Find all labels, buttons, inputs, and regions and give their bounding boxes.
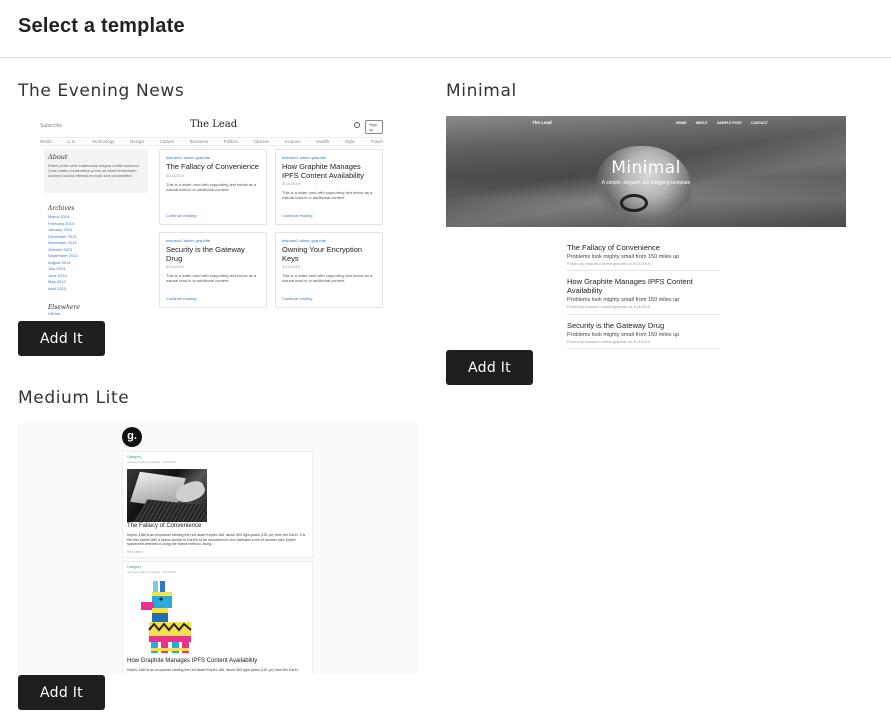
preview-post-excerpt: Kepler-186f is an exoplanet orbiting the…	[127, 668, 299, 672]
preview-hero-goggles	[620, 194, 648, 212]
preview-post-meta: Posted by testuser2.admin.graphite on 3/…	[567, 262, 650, 266]
preview-post-item: Security is the Gateway Drug Problems lo…	[567, 321, 720, 349]
preview-post-author: testuser2.admin.graphite	[166, 238, 211, 243]
page-title: Select a template	[18, 15, 185, 37]
add-evening-news-button[interactable]: Add It	[18, 321, 105, 356]
preview-post-card: testuser2.admin.graphite How Graphite Ma…	[275, 149, 383, 225]
preview-nav-item: World	[40, 139, 52, 144]
preview-elsewhere-heading: Elsewhere	[48, 304, 80, 311]
llama-pinata-icon	[141, 581, 192, 653]
preview-nav-item: Health	[316, 139, 330, 144]
preview-post-meta: testuser2.admin.graphite · 3/14/2019	[127, 460, 177, 464]
template-preview-evening-news[interactable]: Subscribe The Lead Sign up World U.S. Te…	[18, 115, 418, 323]
preview-post-card: testuser2.admin.graphite The Fallacy of …	[159, 149, 267, 225]
preview-nav-item: Science	[284, 139, 301, 144]
laptop-keyboard	[134, 499, 207, 522]
preview-blog-name: The Lead	[532, 120, 552, 125]
preview-nav-item: Style	[344, 139, 355, 144]
preview-hero-subtitle: A simple, elegant, fun blogging template	[601, 180, 691, 186]
preview-nav-item: HOME	[676, 121, 687, 125]
preview-post-title: How Graphite Manages IPFS Content Availa…	[567, 277, 693, 295]
preview-signup-button: Sign up	[365, 120, 383, 134]
preview-post-card: testuser2.admin.graphite Owning Your Enc…	[275, 232, 383, 308]
preview-nav-item: CONTACT	[751, 121, 768, 125]
preview-post-meta: Posted by testuser2.admin.graphite on 3/…	[567, 340, 650, 344]
preview-nav-item: Politics	[223, 139, 238, 144]
preview-post-category: Category	[127, 565, 142, 569]
template-preview-minimal[interactable]: The Lead HOME ABOUT SAMPLE POST CONTACT …	[446, 115, 846, 351]
preview-post-item: How Graphite Manages IPFS Content Availa…	[567, 277, 720, 315]
preview-hero: The Lead HOME ABOUT SAMPLE POST CONTACT …	[446, 116, 846, 227]
preview-subscribe-link: Subscribe	[40, 123, 63, 129]
preview-about-box: About Etiam porta sem malesuada magna mo…	[44, 149, 148, 193]
preview-post-title: How Graphite Manages IPFS Content Availa…	[282, 162, 364, 180]
preview-post-card: testuser2.admin.graphite Security is the…	[159, 232, 267, 308]
preview-post-excerpt: Kepler-186f is an exoplanet orbiting the…	[127, 533, 306, 547]
preview-post-meta: Posted by testuser2.admin.graphite on 3/…	[567, 305, 650, 309]
preview-about-heading: About	[48, 153, 68, 161]
preview-post-excerpt: This is a wider card with supporting tex…	[282, 273, 373, 283]
preview-post-continue-link: Continue reading	[282, 213, 313, 218]
preview-post-card: Category testuser2.admin.graphite · 3/14…	[122, 561, 313, 674]
template-title-medium-lite: Medium Lite	[18, 388, 130, 408]
preview-post-author: testuser2.admin.graphite	[166, 155, 211, 160]
preview-nav-item: Opinion	[253, 139, 270, 144]
preview-post-subtitle: Problems look mighty small from 150 mile…	[567, 332, 680, 338]
preview-nav-item: SAMPLE POST	[716, 121, 743, 125]
preview-post-meta: testuser2.admin.graphite · 3/14/2019	[127, 570, 177, 574]
preview-post-excerpt: This is a wider card with supporting tex…	[282, 190, 373, 200]
preview-post-title: The Fallacy of Convenience	[166, 162, 259, 171]
preview-post-continue-link: Continue reading	[166, 296, 197, 301]
preview-post-card: Category testuser2.admin.graphite · 3/14…	[122, 451, 313, 558]
preview-elsewhere-link: GitHub	[48, 311, 61, 316]
preview-post-title: The Fallacy of Convenience	[567, 243, 660, 252]
preview-nav-item: Design	[130, 139, 145, 144]
preview-post-excerpt: This is a wider card with supporting tex…	[166, 273, 257, 283]
graphite-logo-icon: g.	[122, 427, 142, 447]
preview-post-category: Category	[127, 455, 142, 459]
template-preview-medium-lite[interactable]: g. Category testuser2.admin.graphite · 3…	[18, 423, 418, 674]
preview-post-item: The Fallacy of Convenience Problems look…	[567, 243, 720, 271]
preview-site-title: The Lead	[190, 119, 238, 130]
preview-nav-item: Culture	[159, 139, 175, 144]
preview-topbar: Subscribe The Lead Sign up	[40, 119, 383, 135]
preview-post-title: The Fallacy of Convenience	[127, 523, 202, 529]
preview-nav-item: Technology	[91, 139, 115, 144]
preview-post-author: testuser2.admin.graphite	[282, 238, 327, 243]
preview-hero-title: Minimal	[611, 158, 681, 178]
preview-archives-heading: Archives	[48, 205, 75, 212]
preview-archive-link: April 2013	[48, 285, 67, 291]
preview-about-text: Etiam porta sem malesuada magna mollis e…	[48, 163, 140, 178]
preview-post-continue-link: Continue reading	[282, 296, 313, 301]
search-icon	[354, 122, 360, 128]
page-header: Select a template	[0, 0, 891, 58]
template-title-evening-news: The Evening News	[18, 81, 185, 101]
preview-post-author: testuser2.admin.graphite	[282, 155, 327, 160]
preview-nav: World U.S. Technology Design Culture Bus…	[40, 137, 383, 146]
preview-post-read-more: Read More	[127, 550, 144, 554]
preview-nav-item: ABOUT	[695, 121, 708, 125]
preview-post-excerpt: This is a wider card with supporting tex…	[166, 181, 257, 192]
preview-post-title: How Graphite Manages IPFS Content Availa…	[127, 658, 258, 664]
template-title-minimal: Minimal	[446, 81, 517, 101]
preview-laptop-image	[127, 469, 207, 522]
preview-post-subtitle: Problems look mighty small from 150 mile…	[567, 254, 680, 260]
preview-nav-item: Business	[189, 139, 209, 144]
add-medium-lite-button[interactable]: Add It	[18, 675, 105, 710]
preview-nav-item: U.S.	[67, 139, 77, 144]
preview-post-date: 3/14/2019	[166, 264, 184, 269]
preview-post-title: Owning Your Encryption Keys	[282, 245, 363, 263]
add-minimal-button[interactable]: Add It	[446, 350, 533, 385]
preview-nav: HOME ABOUT SAMPLE POST CONTACT	[676, 121, 768, 125]
preview-post-title: Security is the Gateway Drug	[166, 245, 245, 263]
preview-post-date: 3/14/2019	[282, 181, 300, 186]
preview-post-subtitle: Problems look mighty small from 150 mile…	[567, 297, 680, 303]
preview-elsewhere: Elsewhere GitHub	[48, 304, 128, 316]
preview-post-date: 3/14/2019	[282, 264, 300, 269]
preview-post-continue-link: Continue reading	[166, 213, 197, 218]
preview-archives: Archives March 2014 February 2014 Januar…	[48, 205, 128, 292]
preview-post-date: 3/14/2019	[166, 172, 184, 178]
preview-post-title: Security is the Gateway Drug	[567, 321, 665, 330]
preview-nav-item: Travel	[370, 139, 383, 144]
